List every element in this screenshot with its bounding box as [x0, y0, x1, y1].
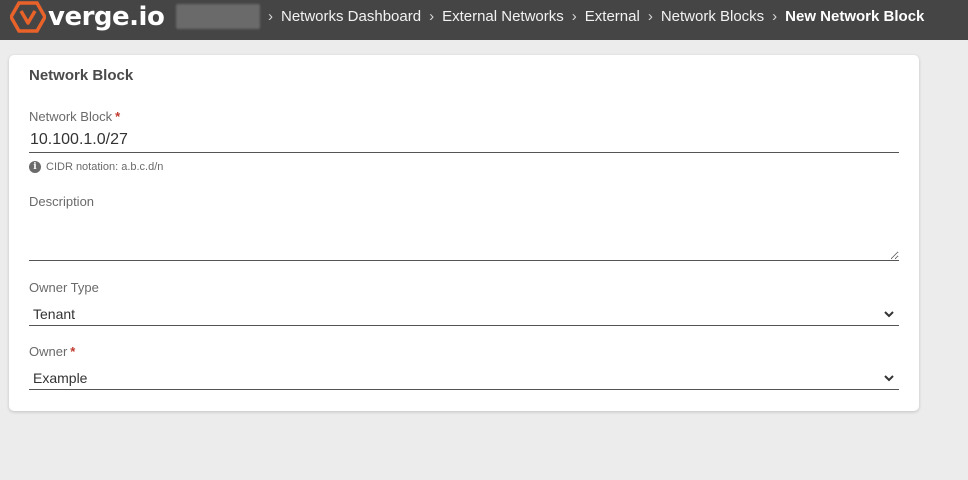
owner-select[interactable]: Example — [29, 366, 899, 390]
top-bar: verge.io › Networks Dashboard › External… — [0, 0, 968, 40]
chevron-down-icon — [884, 374, 894, 381]
required-mark: * — [115, 109, 121, 124]
owner-label: Owner * — [29, 344, 75, 359]
owner-label-text: Owner — [29, 344, 68, 359]
owner-value: Example — [33, 369, 88, 386]
breadcrumb: › Networks Dashboard › External Networks… — [264, 0, 924, 32]
breadcrumb-separator: › — [647, 7, 653, 25]
breadcrumb-separator: › — [571, 7, 577, 25]
breadcrumb-new-network-block: New Network Block — [785, 7, 925, 25]
owner-type-label: Owner Type — [29, 280, 99, 295]
cidr-hint: i CIDR notation: a.b.c.d/n — [29, 161, 163, 173]
network-block-input[interactable] — [29, 127, 899, 153]
required-mark: * — [70, 344, 76, 359]
cidr-hint-text: CIDR notation: a.b.c.d/n — [46, 161, 164, 173]
breadcrumb-separator: › — [268, 7, 273, 25]
owner-type-value: Tenant — [33, 305, 76, 322]
chevron-down-icon — [884, 310, 894, 317]
description-label: Description — [29, 194, 95, 209]
redacted-breadcrumb — [176, 4, 260, 29]
verge-logo-icon — [10, 1, 46, 33]
breadcrumb-separator: › — [429, 7, 435, 25]
breadcrumb-external-networks[interactable]: External Networks — [442, 8, 564, 25]
owner-type-select[interactable]: Tenant — [29, 302, 899, 326]
breadcrumb-separator: › — [772, 7, 778, 25]
network-block-label: Network Block * — [29, 109, 120, 124]
form-title: Network Block — [29, 67, 134, 84]
breadcrumb-networks-dashboard[interactable]: Networks Dashboard — [281, 8, 421, 25]
logo-text: verge.io — [48, 2, 165, 32]
network-block-label-text: Network Block — [29, 109, 113, 124]
breadcrumb-external[interactable]: External — [585, 8, 640, 25]
logo[interactable]: verge.io — [10, 1, 165, 33]
network-block-form-card: Network Block Network Block* i CIDR nota… — [9, 55, 919, 411]
breadcrumb-network-blocks[interactable]: Network Blocks — [661, 8, 764, 25]
description-textarea[interactable] — [29, 221, 899, 261]
info-icon: i — [29, 161, 41, 173]
